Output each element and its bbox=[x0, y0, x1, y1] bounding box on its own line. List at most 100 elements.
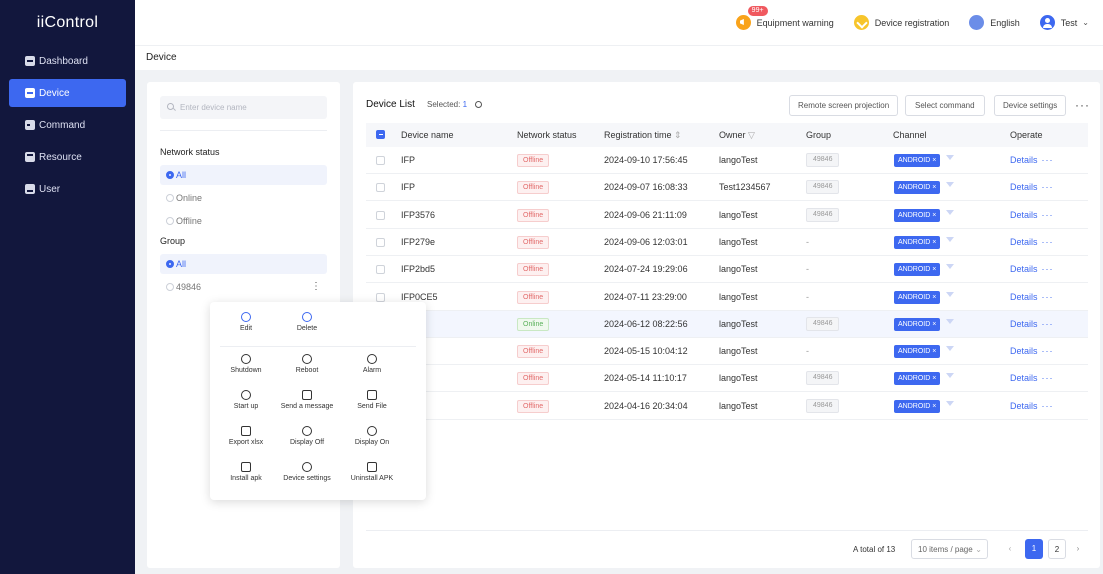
device-settings-button[interactable]: Device settings bbox=[994, 95, 1067, 116]
status-badge: Offline bbox=[517, 235, 550, 249]
page-2-button[interactable]: 2 bbox=[1048, 539, 1066, 559]
sidebar-item-device[interactable]: Device bbox=[9, 79, 126, 107]
details-link[interactable]: Details ··· bbox=[1010, 229, 1054, 256]
language-switcher[interactable]: English bbox=[969, 15, 1020, 30]
reboot-action[interactable]: Reboot bbox=[271, 354, 343, 374]
page-size-select[interactable]: 10 items / page ⌄ bbox=[911, 539, 988, 559]
more-horizontal-icon[interactable]: ··· bbox=[1042, 401, 1054, 411]
install-icon bbox=[241, 462, 251, 472]
table-row[interactable]: …6Offline2024-05-14 11:10:17langoTest498… bbox=[366, 365, 1088, 393]
row-checkbox[interactable] bbox=[376, 210, 385, 220]
table-row[interactable]: IFP0CE5 Offline 2024-07-11 23:29:00 langoTe… bbox=[366, 284, 1088, 311]
sidebar-item-dashboard[interactable]: Dashboard bbox=[9, 47, 126, 75]
details-link[interactable]: Details ··· bbox=[1010, 365, 1054, 392]
table-row[interactable]: IFP3576 Offline 2024-09-06 21:11:09 langoTe… bbox=[366, 202, 1088, 229]
device-settings-action[interactable]: Device settings bbox=[271, 462, 343, 482]
details-link[interactable]: Details ··· bbox=[1010, 311, 1054, 338]
details-link[interactable]: Details ··· bbox=[1010, 174, 1054, 201]
network-option-online[interactable]: Online bbox=[160, 188, 327, 208]
more-horizontal-icon[interactable]: ··· bbox=[1042, 237, 1054, 247]
table-row[interactable]: IFP2bd5 Offline 2024-07-24 19:29:06 langoTe… bbox=[366, 256, 1088, 284]
more-horizontal-icon[interactable]: ··· bbox=[1042, 155, 1054, 165]
channel-filter-icon[interactable] bbox=[946, 346, 954, 352]
row-checkbox[interactable] bbox=[376, 183, 385, 193]
more-horizontal-icon[interactable]: ··· bbox=[1042, 319, 1054, 329]
select-all-checkbox[interactable] bbox=[376, 130, 385, 139]
prev-page-button[interactable]: ‹ bbox=[1003, 539, 1017, 559]
row-checkbox[interactable] bbox=[376, 237, 385, 247]
channel-filter-icon[interactable] bbox=[946, 236, 954, 242]
option-label: All bbox=[176, 170, 187, 180]
sidebar-item-command[interactable]: Command bbox=[9, 111, 126, 139]
more-horizontal-icon[interactable]: ··· bbox=[1042, 182, 1054, 192]
filter-icon[interactable]: ▽ bbox=[748, 130, 755, 140]
more-horizontal-icon[interactable]: ··· bbox=[1042, 346, 1054, 356]
send-a-message-action[interactable]: Send a message bbox=[271, 390, 343, 410]
next-page-button[interactable]: › bbox=[1071, 539, 1085, 559]
channel-filter-icon[interactable] bbox=[946, 209, 954, 215]
selected-label: Selected: bbox=[427, 100, 461, 109]
channel-filter-icon[interactable] bbox=[946, 264, 954, 270]
table-row[interactable]: …fOffline2024-05-15 10:04:12langoTest-AN… bbox=[366, 338, 1088, 366]
details-link[interactable]: Details ··· bbox=[1010, 202, 1054, 229]
sidebar-item-resource[interactable]: Resource bbox=[9, 143, 126, 171]
settings-icon[interactable] bbox=[475, 101, 483, 108]
group-value: - bbox=[806, 291, 809, 302]
table-row[interactable]: IFP Offline 2024-09-07 16:08:33 Test1234567… bbox=[366, 174, 1088, 202]
equipment-warning-button[interactable]: 99+ Equipment warning bbox=[735, 6, 834, 30]
alarm-action[interactable]: Alarm bbox=[336, 354, 408, 374]
channel-filter-icon[interactable] bbox=[946, 318, 954, 324]
channel-filter-icon[interactable] bbox=[946, 291, 954, 297]
owner-name: Test1234567 bbox=[719, 182, 771, 193]
remote-projection-button[interactable]: Remote screen projection bbox=[789, 95, 899, 116]
row-checkbox[interactable] bbox=[376, 156, 385, 165]
status-badge: Offline bbox=[517, 345, 550, 359]
uninstall-apk-action[interactable]: Uninstall APK bbox=[336, 462, 408, 482]
more-vertical-icon[interactable]: ⋮ bbox=[311, 277, 321, 297]
channel-filter-icon[interactable] bbox=[946, 155, 954, 160]
group-option-49846[interactable]: 49846 ⋮ bbox=[160, 277, 327, 297]
pagination-total: A total of 13 bbox=[853, 545, 896, 554]
channel-filter-icon[interactable] bbox=[946, 182, 954, 188]
device-name: IFP3576 bbox=[401, 209, 436, 220]
details-link[interactable]: Details ··· bbox=[1010, 147, 1054, 174]
more-horizontal-icon[interactable]: ··· bbox=[1042, 264, 1054, 274]
channel-filter-icon[interactable] bbox=[946, 373, 954, 379]
channel-tag: ANDROID × bbox=[894, 208, 941, 222]
col-registration-time[interactable]: Registration time ⇕ bbox=[604, 123, 682, 147]
more-horizontal-icon[interactable]: ··· bbox=[1042, 210, 1054, 220]
page-1-button[interactable]: 1 bbox=[1025, 539, 1043, 559]
send-file-action[interactable]: Send File bbox=[336, 390, 408, 410]
details-link[interactable]: Details ··· bbox=[1010, 256, 1054, 283]
table-row[interactable]: …4Offline2024-04-16 20:34:04langoTest498… bbox=[366, 393, 1088, 420]
display-off-action[interactable]: Display Off bbox=[271, 426, 343, 446]
user-menu[interactable]: Test ⌄ bbox=[1039, 15, 1089, 30]
table-row[interactable]: IFP Offline 2024-09-10 17:56:45 langoTest 49… bbox=[366, 147, 1088, 174]
channel-label: ANDROID bbox=[898, 375, 931, 383]
table-row[interactable]: …1Online2024-06-12 08:22:56langoTest4984… bbox=[366, 310, 1088, 338]
more-horizontal-icon[interactable]: ··· bbox=[1042, 373, 1054, 383]
table-row[interactable]: IFP279e Offline 2024-09-06 12:03:01 langoTe… bbox=[366, 229, 1088, 256]
group-option-all[interactable]: All bbox=[160, 254, 327, 274]
channel-filter-icon[interactable] bbox=[946, 400, 954, 406]
delete-action[interactable]: Delete bbox=[271, 312, 343, 332]
display-on-action[interactable]: Display On bbox=[336, 426, 408, 446]
details-link[interactable]: Details ··· bbox=[1010, 393, 1054, 420]
details-link[interactable]: Details ··· bbox=[1010, 338, 1054, 365]
action-label: Send File bbox=[357, 403, 387, 410]
search-input[interactable]: Enter device name bbox=[160, 96, 327, 119]
sort-icon[interactable]: ⇕ bbox=[674, 130, 682, 140]
more-horizontal-icon[interactable]: ··· bbox=[1042, 292, 1054, 302]
details-link[interactable]: Details ··· bbox=[1010, 284, 1054, 311]
sidebar-item-label: User bbox=[39, 183, 61, 195]
network-option-offline[interactable]: Offline bbox=[160, 211, 327, 231]
action-label: Shutdown bbox=[230, 367, 262, 374]
device-registration-button[interactable]: Device registration bbox=[853, 15, 949, 30]
sidebar-item-user[interactable]: User bbox=[9, 175, 126, 203]
more-horizontal-icon[interactable]: ··· bbox=[1075, 98, 1090, 112]
select-command-button[interactable]: Select command bbox=[905, 95, 985, 116]
network-option-all[interactable]: All bbox=[160, 165, 327, 185]
col-owner[interactable]: Owner ▽ bbox=[719, 123, 755, 147]
row-checkbox[interactable] bbox=[376, 265, 385, 275]
row-checkbox[interactable] bbox=[376, 292, 385, 302]
